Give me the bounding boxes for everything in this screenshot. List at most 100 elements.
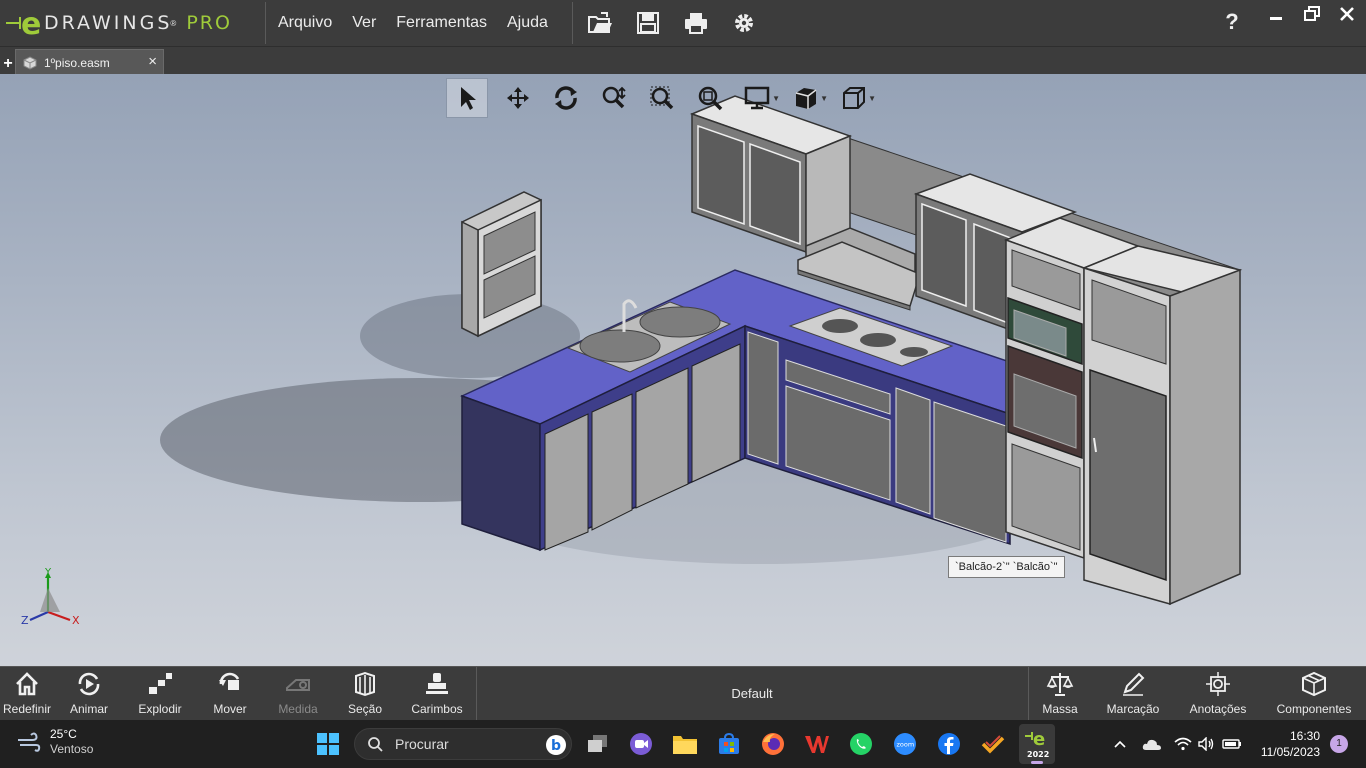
logo-wordmark: DRAWINGS [44,12,173,34]
volume-icon [1198,737,1214,751]
move-icon [219,672,240,690]
rotate-tool[interactable] [542,78,590,118]
task-view-button[interactable] [580,728,616,760]
quick-toolbar [576,0,768,46]
start-button[interactable] [316,732,340,761]
annotations-button[interactable]: Anotações [1186,667,1250,721]
weather-widget[interactable]: 25°C Ventoso [16,727,93,757]
clock-time: 16:30 [1289,729,1320,743]
chevron-down-icon[interactable]: ▼ [868,94,876,103]
wps-button[interactable] [799,728,835,760]
wifi-icon [1174,737,1192,751]
store-button[interactable] [711,728,747,760]
section-icon [355,671,375,697]
pan-icon [507,87,529,109]
pan-tool[interactable] [494,78,542,118]
divider [572,2,573,44]
tab-close-button[interactable]: × [148,53,157,70]
menu-arquivo[interactable]: Arquivo [268,0,342,46]
firefox-button[interactable] [755,728,791,760]
zoom-area-icon [650,86,674,110]
search-placeholder: Procurar [395,736,449,752]
model-viewport[interactable]: ▼ ▼ ▼ `Balcão-2`" `Balcão`" Y X Z [0,74,1366,666]
logo-pro: PRO [186,12,232,34]
open-button[interactable] [576,0,624,46]
markup-icon [1123,672,1145,696]
save-button[interactable] [624,0,672,46]
bottom-toolbar: Redefinir Animar Explodir Mover Medida S… [0,666,1366,721]
logo-registered: ® [170,18,177,28]
edrawings-logo-icon: e [6,7,41,39]
chevron-down-icon[interactable]: ▼ [772,94,780,103]
zoom-fit-tool[interactable] [686,78,734,118]
edrawings-icon: e 2022 [1025,729,1049,759]
chevron-down-icon[interactable]: ▼ [820,94,828,103]
components-button[interactable]: Componentes [1272,667,1356,721]
kitchen-model[interactable] [0,74,1366,666]
divider [265,2,266,44]
explode-icon [149,673,172,694]
task-view-icon [588,735,607,752]
system-tray [1110,720,1242,768]
markup-button[interactable]: Marcação [1104,667,1162,721]
save-icon [637,12,659,34]
measure-icon [286,679,310,691]
zoom-button[interactable]: zoom [887,728,923,760]
onedrive-button[interactable] [1142,737,1162,751]
display-style-tool[interactable]: ▼ [734,78,782,118]
store-icon [719,732,739,754]
restore-icon [1304,6,1320,21]
open-icon [588,12,612,33]
svg-text:e: e [21,7,41,39]
help-button[interactable]: ? [1220,6,1244,38]
add-tab-button[interactable]: + [1,55,15,73]
print-button[interactable] [672,0,720,46]
zoom-area-tool[interactable] [638,78,686,118]
axis-triad: Y X Z [21,568,80,627]
tab-document-label: 1ºpiso.easm [44,55,110,70]
battery-button[interactable] [1222,738,1242,750]
firefox-icon [762,733,784,755]
explode-button[interactable]: Explodir [134,667,186,721]
home-icon [16,672,38,696]
minimize-icon [1270,17,1282,20]
upper-cabinet-left[interactable] [689,95,853,254]
menu-ferramentas[interactable]: Ferramentas [386,0,497,46]
settings-button[interactable] [720,0,768,46]
3d-view-tool[interactable]: ▼ [830,78,878,118]
minimize-button[interactable] [1259,0,1293,28]
taskbar-clock[interactable]: 16:30 11/05/2023 [1254,728,1320,760]
todo-button[interactable] [975,728,1011,760]
restore-button[interactable] [1295,0,1329,28]
close-button[interactable] [1330,0,1364,28]
mass-button[interactable]: Massa [1036,667,1084,721]
whatsapp-button[interactable] [843,728,879,760]
volume-button[interactable] [1198,737,1216,751]
move-button[interactable]: Mover [204,667,256,721]
wifi-button[interactable] [1174,737,1192,751]
teams-button[interactable] [623,728,659,760]
tab-document[interactable]: 1ºpiso.easm × [15,49,164,75]
reset-button[interactable]: Redefinir [2,667,52,721]
facebook-button[interactable] [931,728,967,760]
select-tool[interactable] [446,78,488,118]
zoom-tool[interactable] [590,78,638,118]
facebook-icon [938,733,960,755]
3d-view-icon [843,87,865,109]
section-button[interactable]: Seção [340,667,390,721]
menu-ver[interactable]: Ver [342,0,386,46]
taskbar-search[interactable]: Procurar b [354,728,572,760]
tray-overflow-button[interactable] [1110,739,1130,749]
animate-button[interactable]: Animar [64,667,114,721]
notification-badge[interactable]: 1 [1330,735,1348,753]
fridge-tower[interactable] [1081,245,1243,606]
start-icon [317,733,339,755]
menu-ajuda[interactable]: Ajuda [497,0,558,46]
edrawings-taskbar-button[interactable]: e 2022 [1019,724,1055,764]
stamps-button[interactable]: Carimbos [408,667,466,721]
file-explorer-button[interactable] [667,728,703,760]
measure-button[interactable]: Medida [272,667,324,721]
view-toolbar: ▼ ▼ ▼ [446,78,878,118]
weather-temperature: 25°C [50,727,77,741]
view-orientation-tool[interactable]: ▼ [782,78,830,118]
